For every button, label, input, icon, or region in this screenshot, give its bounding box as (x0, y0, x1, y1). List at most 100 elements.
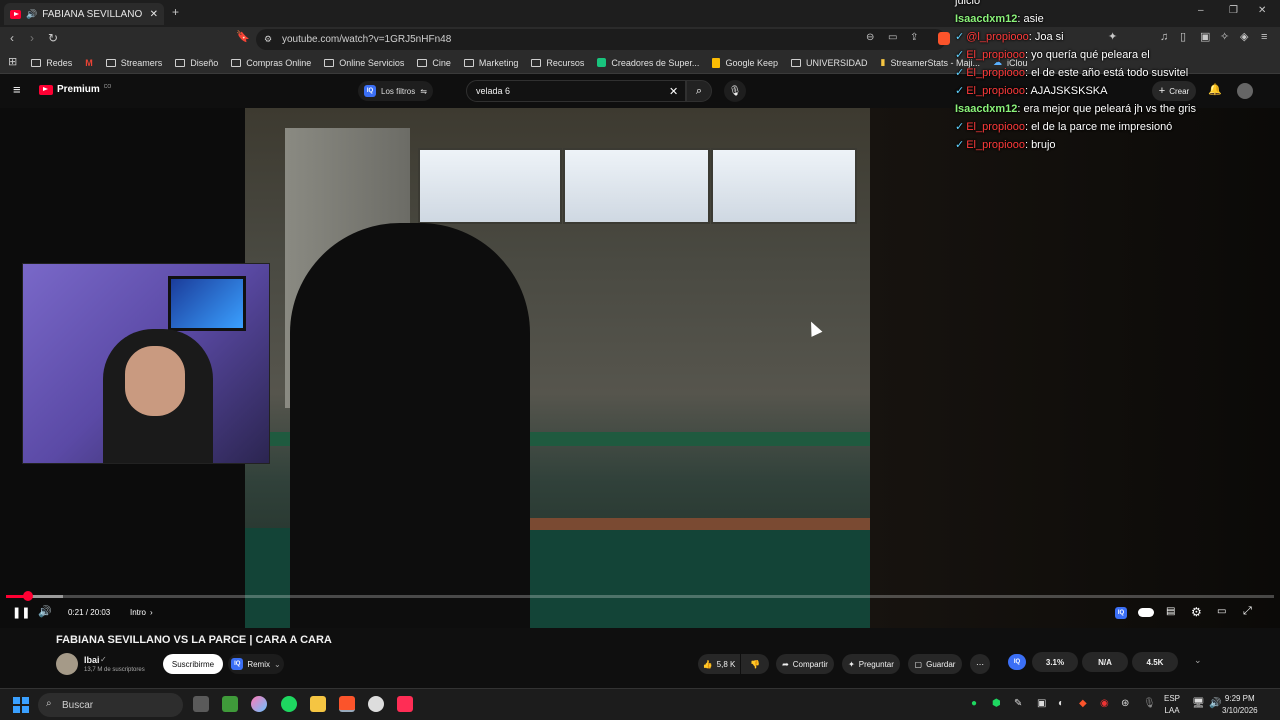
video-title: FABIANA SEVILLANO VS LA PARCE | CARA A C… (56, 634, 332, 646)
keep-icon (712, 57, 721, 68)
github-icon[interactable] (368, 696, 384, 712)
tab-close-icon[interactable]: ✕ (150, 9, 158, 20)
photos-icon[interactable] (251, 696, 267, 712)
task-view-icon[interactable] (193, 696, 209, 712)
speaker-icon[interactable]: 🔊 (26, 9, 37, 20)
ask-button[interactable]: ✦ Preguntar (842, 654, 900, 674)
network-icon[interactable]: 🖥 (1192, 698, 1205, 709)
new-tab-button[interactable]: + (172, 6, 179, 18)
autoplay-toggle[interactable] (1138, 608, 1154, 617)
tray-app-icon[interactable]: ◐ (1058, 698, 1064, 709)
bookmark-universidad[interactable]: UNIVERSIDAD (790, 58, 868, 68)
bookmark-google-keep[interactable]: Google Keep (712, 57, 778, 68)
taskbar-search[interactable]: ⌕ Buscar (38, 693, 183, 717)
windows-taskbar: ⌕ Buscar ● ⬢ ✎ ▣ ◐ ◆ ◉ ⊛ 🎙 ESP LAA 🖥 🔊 9… (0, 688, 1280, 720)
remix-button[interactable]: IQ Remix ⌄ (228, 654, 284, 674)
back-icon[interactable]: ‹ (10, 32, 14, 44)
forward-icon[interactable]: › (30, 32, 34, 44)
spotify-icon[interactable] (281, 696, 297, 712)
brave-shield-icon[interactable] (938, 32, 950, 45)
chat-username: El_propiooo (966, 85, 1025, 97)
steam-icon[interactable]: ⊛ (1121, 698, 1129, 709)
bookmark-gmail[interactable]: M (85, 58, 93, 68)
search-button[interactable]: ⌕ (686, 80, 712, 102)
search-input[interactable]: velada 6 ✕ (466, 80, 686, 102)
chevron-down-icon[interactable]: ⌄ (1194, 655, 1202, 666)
time-display: 0:21 / 20:03 (68, 608, 111, 617)
bookmark-redes[interactable]: Redes (31, 58, 72, 68)
start-windows-icon[interactable] (13, 697, 29, 713)
fullscreen-icon[interactable]: ⤢ (1243, 605, 1252, 618)
chat-message: Isaacdxm12: asie (955, 13, 1044, 25)
speaker-tray-icon[interactable]: 🔊 (1209, 698, 1221, 709)
bookmark-marketing[interactable]: Marketing (463, 58, 518, 68)
bookmark-compras-online[interactable]: Compras Online (231, 58, 311, 68)
subscribe-button[interactable]: Suscribirme (163, 654, 223, 674)
spotify-tray-icon[interactable]: ● (971, 698, 977, 709)
voice-search-button[interactable]: 🎙 (724, 80, 746, 102)
site-info-icon[interactable]: ⚙ (264, 34, 272, 45)
youtube-logo-icon (39, 84, 53, 95)
taskbar-clock[interactable]: 9:29 PM 3/10/2026 (1222, 693, 1258, 717)
tray-app-icon[interactable]: ◆ (1079, 698, 1087, 709)
theater-mode-icon[interactable]: ▭ (1217, 606, 1226, 617)
chat-username: El_propiooo (966, 139, 1025, 151)
locker-room-window (563, 148, 710, 224)
bookmark-cine[interactable]: Cine (417, 58, 451, 68)
zoom-icon[interactable]: ⊖ (866, 33, 874, 43)
bookmark-online-servicios[interactable]: Online Servicios (324, 58, 404, 68)
dislike-button[interactable]: 👎 (741, 654, 769, 674)
bookmark-diseno[interactable]: Diseño (175, 58, 218, 68)
chapter-button[interactable]: Intro › (130, 608, 153, 617)
share-button[interactable]: ➦ Compartir (776, 654, 834, 674)
language-indicator[interactable]: ESP LAA (1164, 693, 1180, 717)
stat-engagement: 3.1% (1032, 652, 1078, 672)
subscriber-count: 13,7 M de suscriptores (84, 667, 145, 673)
tray-app-icon[interactable]: ⬢ (992, 698, 1001, 709)
chat-username: El_propiooo (966, 49, 1025, 61)
folder-icon (175, 58, 186, 67)
channel-name[interactable]: Ibai (84, 655, 100, 665)
channel-avatar[interactable] (56, 653, 78, 675)
mic-tray-icon[interactable]: 🎙 (1143, 698, 1156, 709)
file-explorer-icon[interactable] (310, 696, 326, 712)
cast-icon[interactable]: ▭ (888, 33, 897, 43)
youtube-logo[interactable]: Premium CO (39, 84, 111, 95)
volume-icon[interactable]: 🔊 (38, 605, 52, 618)
minecraft-icon[interactable] (222, 696, 238, 712)
microphone-icon: 🎙 (728, 85, 742, 97)
more-actions-button[interactable]: ⋯ (970, 654, 990, 674)
progress-bar[interactable] (6, 591, 1274, 601)
subtitles-icon[interactable]: ▤ (1166, 606, 1175, 617)
folder-icon (790, 58, 801, 67)
video-player[interactable] (0, 108, 1280, 628)
locker-room-window (418, 148, 562, 224)
brave-browser-icon[interactable] (339, 696, 355, 712)
tray-app-icon[interactable]: ◉ (1100, 698, 1109, 709)
iq-player-icon[interactable]: IQ (1115, 607, 1127, 619)
filters-button[interactable]: IQ Los filtros ⇋ (358, 81, 433, 101)
chat-username: Isaacdxm12 (955, 13, 1018, 25)
bookmark-streamers[interactable]: Streamers (105, 58, 162, 68)
bookmark-creadores[interactable]: Creadores de Super... (597, 58, 699, 68)
save-bookmark-icon: ▢ (914, 659, 923, 669)
address-bar[interactable]: ⚙ youtube.com/watch?v=1GRJ5nHFn48 ⊖ ▭ ⇪ (256, 29, 946, 50)
apps-grid-icon[interactable]: ⊞ (8, 57, 17, 68)
share-icon[interactable]: ⇪ (910, 33, 918, 43)
pause-button[interactable]: ❚❚ (12, 606, 30, 619)
tiktok-icon[interactable] (397, 696, 413, 712)
settings-gear-icon[interactable]: ⚙ (1191, 605, 1202, 619)
clear-search-icon[interactable]: ✕ (669, 85, 678, 98)
browser-tab[interactable]: 🔊 FABIANA SEVILLANO VS LA P ✕ (4, 3, 164, 25)
hamburger-menu-icon[interactable]: ≡ (13, 83, 21, 96)
like-button[interactable]: 👍 5,8 K (698, 654, 740, 674)
tray-app-icon[interactable]: ▣ (1037, 698, 1046, 709)
bookmark-recursos[interactable]: Recursos (531, 58, 584, 68)
tray-app-icon[interactable]: ✎ (1014, 698, 1022, 709)
reload-icon[interactable]: ↻ (48, 32, 58, 44)
tab-title: FABIANA SEVILLANO VS LA P (42, 8, 144, 20)
save-button[interactable]: ▢ Guardar (908, 654, 962, 674)
chevron-right-icon: › (150, 608, 153, 617)
iq-stats-widget: IQ 3.1% N/A 4.5K ⌄ (1000, 650, 1202, 674)
bookmark-icon[interactable]: 🔖 (236, 32, 250, 43)
